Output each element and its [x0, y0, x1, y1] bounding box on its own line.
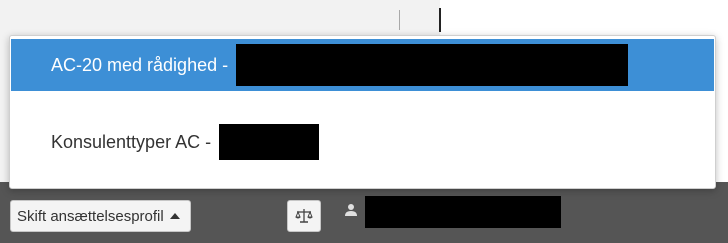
- redacted-text: [236, 44, 629, 86]
- caret-up-icon: [169, 213, 180, 219]
- user-icon: [345, 204, 357, 216]
- redacted-text: [219, 124, 320, 160]
- dropdown-item-label: AC-20 med rådighed -: [51, 54, 229, 75]
- balance-scale-button[interactable]: [287, 200, 321, 232]
- profile-button-label: Skift ansættelsesprofil: [17, 207, 164, 225]
- switch-employment-profile-button[interactable]: Skift ansættelsesprofil: [10, 200, 191, 232]
- balance-scale-icon: [295, 209, 313, 223]
- employment-profile-dropdown: AC-20 med rådighed - Konsulenttyper AC -: [9, 35, 716, 189]
- dropdown-item-konsulenttyper[interactable]: Konsulenttyper AC -: [11, 116, 714, 168]
- user-name-redacted: [365, 196, 561, 228]
- dropdown-item-label: Konsulenttyper AC -: [51, 131, 212, 152]
- text-cursor: [439, 8, 441, 32]
- dropdown-item-ac20[interactable]: AC-20 med rådighed -: [11, 39, 714, 91]
- divider-line: [399, 10, 400, 30]
